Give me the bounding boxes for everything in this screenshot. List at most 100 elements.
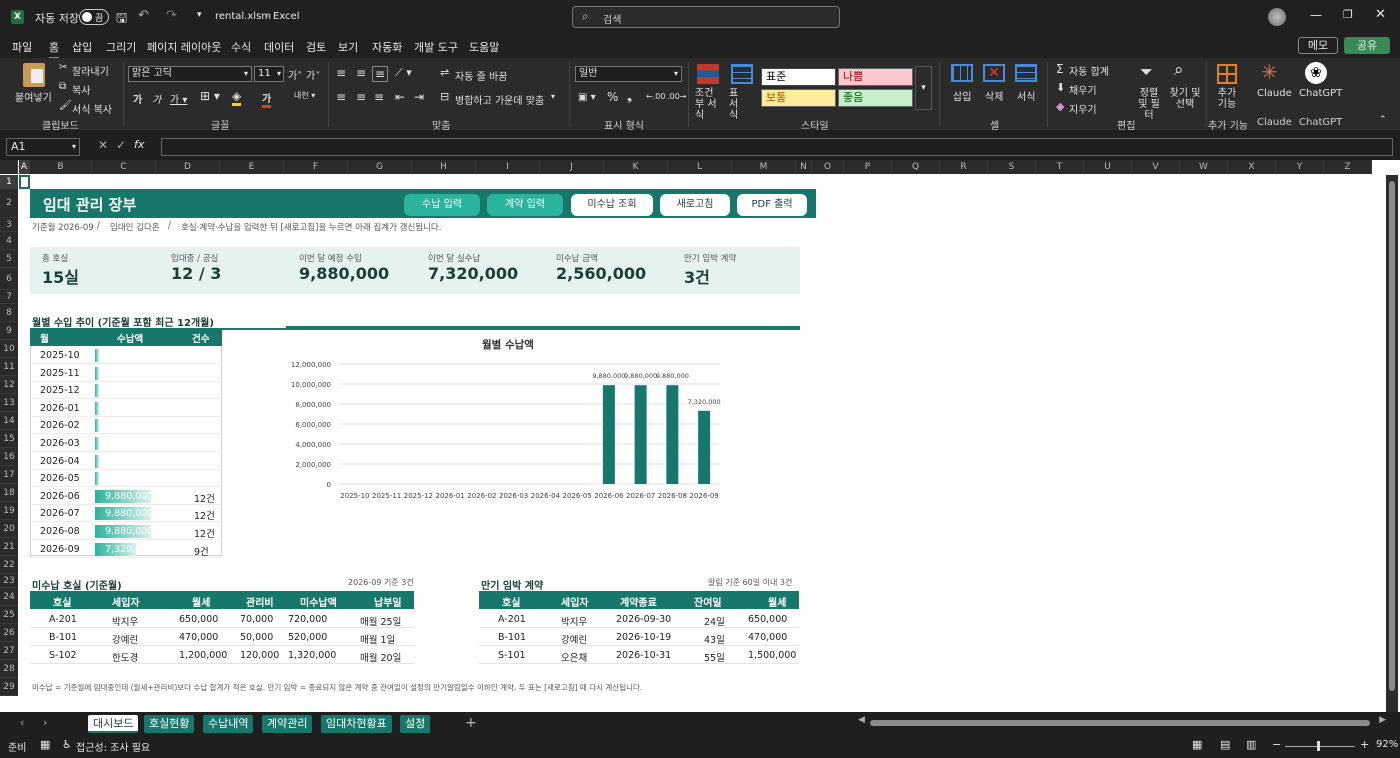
phonetic-icon[interactable]: 내천 ▾	[294, 90, 315, 101]
delete-cells-button[interactable]: 삭제	[985, 88, 1003, 103]
row-header[interactable]: 20	[0, 520, 18, 538]
increase-decimal-icon[interactable]: ←.00	[646, 92, 665, 101]
outdent-icon[interactable]: ⇤	[395, 90, 405, 104]
format-painter-button[interactable]: 서식 복사	[72, 101, 112, 116]
font-color-icon[interactable]: 가	[262, 90, 272, 108]
column-header[interactable]: R	[940, 160, 988, 174]
menu-formulas[interactable]: 수식	[231, 39, 251, 55]
active-cell[interactable]	[19, 175, 30, 189]
sheet-tab[interactable]: 호실현황	[144, 715, 195, 733]
row-header[interactable]: 7	[0, 290, 18, 304]
name-box[interactable]: A1 ▾	[6, 138, 80, 156]
sheet-tab[interactable]: 대시보드	[88, 715, 139, 733]
delete-cells-icon[interactable]: ✕	[983, 64, 1005, 82]
sheet-tab[interactable]: 수납내역	[203, 715, 254, 733]
currency-icon[interactable]: ▣ ▾	[578, 92, 596, 103]
copy-icon[interactable]: ⧉	[59, 81, 66, 92]
page-break-view-icon[interactable]: ▥	[1246, 738, 1256, 751]
row-header[interactable]: 28	[0, 660, 18, 678]
column-header[interactable]: Q	[892, 160, 940, 174]
paste-button[interactable]: 붙여넣기	[15, 89, 52, 104]
row-header[interactable]: 11	[0, 358, 18, 376]
menu-view[interactable]: 보기	[338, 39, 358, 55]
font-name-select[interactable]: 맑은 고딕 ▾	[128, 66, 252, 82]
wrap-text-button[interactable]: 자동 줄 바꿈	[455, 68, 507, 83]
normal-view-icon[interactable]: ▦	[1192, 738, 1202, 751]
row-header[interactable]: 17	[0, 466, 18, 484]
row-header[interactable]: 15	[0, 430, 18, 448]
sort-filter-button[interactable]: 정렬 및 필터	[1134, 88, 1164, 121]
claude-button[interactable]: Claude	[1257, 88, 1292, 99]
enter-icon[interactable]: ✓	[116, 138, 126, 152]
column-header[interactable]: L	[668, 160, 732, 174]
save-icon[interactable]: 🖫	[116, 9, 127, 31]
column-header[interactable]: B	[30, 160, 92, 174]
contract-entry-button[interactable]: 계약 입력	[487, 194, 563, 216]
column-header[interactable]: A	[19, 160, 30, 174]
menu-file[interactable]: 파일	[12, 39, 32, 55]
row-header[interactable]: 9	[0, 322, 18, 340]
decrease-decimal-icon[interactable]: .00→	[667, 92, 686, 101]
row-header[interactable]: 4	[0, 232, 18, 250]
merge-center-button[interactable]: 병합하고 가운데 맞춤	[455, 92, 544, 107]
select-all-corner[interactable]	[0, 160, 18, 174]
add-sheet-icon[interactable]: +	[465, 715, 477, 731]
menu-automate[interactable]: 자동화	[372, 39, 402, 55]
column-header[interactable]: V	[1132, 160, 1180, 174]
find-select-button[interactable]: 찾기 및 선택	[1168, 88, 1202, 110]
bold-icon[interactable]: 가	[133, 91, 142, 106]
row-header[interactable]: 18	[0, 484, 18, 502]
minimize-icon[interactable]: —	[1310, 8, 1322, 22]
unpaid-lookup-button[interactable]: 미수납 조회	[571, 194, 653, 216]
indent-icon[interactable]: ⇥	[414, 90, 424, 104]
row-header[interactable]: 21	[0, 538, 18, 556]
sheet-tab[interactable]: 임대차현황표	[321, 715, 392, 733]
align-bottom-icon[interactable]: ≡	[372, 66, 389, 82]
column-header[interactable]: F	[284, 160, 348, 174]
percent-icon[interactable]: %	[607, 90, 618, 104]
column-header[interactable]: U	[1084, 160, 1132, 174]
column-header[interactable]: M	[732, 160, 796, 174]
align-right-icon[interactable]: ≡	[374, 90, 384, 104]
find-select-icon[interactable]: ⌕	[1174, 60, 1184, 80]
fill-button[interactable]: 채우기	[1069, 82, 1097, 97]
style-neutral[interactable]: 보통	[761, 89, 836, 107]
cut-button[interactable]: 잘라내기	[72, 63, 109, 78]
column-header[interactable]: T	[1036, 160, 1084, 174]
row-header[interactable]: 10	[0, 340, 18, 358]
restore-icon[interactable]: ❐	[1343, 8, 1353, 21]
sort-filter-icon[interactable]: ⏷	[1140, 62, 1153, 82]
clear-icon[interactable]: ◆	[1056, 100, 1064, 113]
copy-button[interactable]: 복사	[72, 82, 90, 97]
table-format-button[interactable]: 표 서식	[729, 88, 743, 121]
fill-color-icon[interactable]: ◈	[232, 89, 242, 106]
pdf-export-button[interactable]: PDF 출력	[737, 194, 807, 216]
format-painter-icon[interactable]: 🖌	[59, 100, 72, 111]
menu-page-layout[interactable]: 페이지 레이아웃	[147, 39, 221, 55]
row-header[interactable]: 8	[0, 304, 18, 322]
sheet-tab[interactable]: 설정	[400, 715, 431, 733]
row-header[interactable]: 12	[0, 376, 18, 394]
chevron-down-icon[interactable]: ▾	[551, 92, 555, 101]
tab-prev-icon[interactable]: ‹	[20, 716, 24, 729]
menu-insert[interactable]: 삽입	[72, 39, 92, 55]
format-cells-button[interactable]: 서식	[1017, 88, 1035, 103]
column-header[interactable]: G	[348, 160, 412, 174]
autosum-button[interactable]: 자동 합계	[1069, 63, 1109, 78]
column-header[interactable]: X	[1228, 160, 1276, 174]
horizontal-scrollbar[interactable]: ◀ ▶	[858, 715, 1386, 730]
underline-icon[interactable]: 가 ▾	[170, 91, 187, 106]
row-header[interactable]: 19	[0, 502, 18, 520]
border-icon[interactable]: ⊞ ▾	[200, 89, 220, 103]
row-header[interactable]: 3	[0, 218, 18, 232]
insert-cells-icon[interactable]	[951, 64, 973, 82]
column-header[interactable]: J	[540, 160, 604, 174]
fill-icon[interactable]: ⬇	[1056, 81, 1065, 94]
addin-button[interactable]: 추가 기능	[1214, 88, 1240, 110]
zoom-level[interactable]: 92%	[1376, 739, 1398, 750]
chart-area[interactable]: 월별 수납액 12,000,000 10,000,000 8,000,000 6,000…	[222, 328, 800, 556]
row-header[interactable]: 26	[0, 624, 18, 642]
cond-format-icon[interactable]	[697, 64, 719, 84]
column-header[interactable]: C	[92, 160, 156, 174]
align-middle-icon[interactable]: ≡	[356, 66, 366, 80]
